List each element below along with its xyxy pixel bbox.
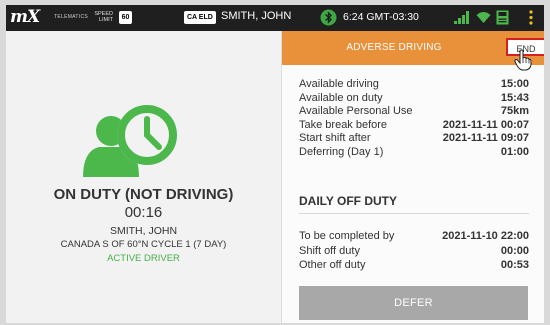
current-driver-name[interactable]: SMITH, JOHN bbox=[221, 10, 291, 22]
defer-button[interactable]: DEFER bbox=[299, 286, 528, 320]
daily-off-duty-list: To be completed by 2021-11-10 22:00 Shif… bbox=[299, 230, 529, 274]
brand-subtitle: TELEMATICS bbox=[54, 14, 89, 20]
info-row: Available on duty 15:43 bbox=[299, 92, 529, 106]
info-row: Take break before 2021-11-11 00:07 bbox=[299, 119, 529, 133]
off-duty-label: To be completed by bbox=[299, 230, 395, 242]
hand-cursor-icon bbox=[514, 49, 532, 76]
cycle-rule: CANADA S OF 60°N CYCLE 1 (7 DAY) bbox=[60, 239, 227, 250]
info-row: Deferring (Day 1) 01:00 bbox=[299, 146, 529, 160]
driver-name: SMITH, JOHN bbox=[109, 225, 178, 237]
info-value: 01:00 bbox=[500, 145, 529, 158]
speed-limit-value: 60 bbox=[119, 11, 132, 24]
speed-label-line2: LIMIT bbox=[98, 17, 113, 23]
info-row: Start shift after 2021-11-11 09:07 bbox=[299, 132, 529, 146]
speed-limit-label: SPEED LIMIT bbox=[89, 11, 113, 23]
bluetooth-icon[interactable] bbox=[320, 9, 337, 31]
off-duty-value: 00:00 bbox=[500, 244, 529, 257]
off-duty-label: Other off duty bbox=[299, 259, 366, 271]
top-status-bar: mX TELEMATICS SPEED LIMIT 60 CA ELD SMIT… bbox=[6, 5, 544, 31]
info-label: Take break before bbox=[299, 118, 388, 131]
off-duty-row: Shift off duty 00:00 bbox=[299, 245, 529, 260]
info-value: 2021-11-11 09:07 bbox=[442, 132, 529, 144]
adverse-driving-banner: ADVERSE DRIVING END bbox=[282, 31, 544, 71]
info-value: 15:00 bbox=[500, 78, 529, 90]
info-label: Available driving bbox=[299, 78, 379, 90]
off-duty-value: 00:53 bbox=[500, 259, 529, 271]
available-hours-list: Available driving 15:00 Available on dut… bbox=[299, 78, 529, 159]
menu-icon[interactable] bbox=[528, 10, 534, 30]
eld-badge[interactable]: CA ELD bbox=[184, 11, 216, 24]
clock-timezone: 6:24 GMT-03:30 bbox=[343, 11, 419, 23]
app-screen: mX TELEMATICS SPEED LIMIT 60 CA ELD SMIT… bbox=[6, 5, 544, 323]
wifi-icon bbox=[476, 11, 491, 29]
daily-off-duty-heading: DAILY OFF DUTY bbox=[299, 194, 398, 208]
info-label: Available Personal Use bbox=[299, 105, 413, 117]
save-icon[interactable] bbox=[496, 10, 509, 30]
adverse-driving-label: ADVERSE DRIVING bbox=[346, 42, 442, 53]
info-row: Available driving 15:00 bbox=[299, 78, 529, 92]
off-duty-row: To be completed by 2021-11-10 22:00 bbox=[299, 230, 529, 245]
signal-icon bbox=[454, 11, 470, 29]
info-value: 15:43 bbox=[500, 91, 529, 104]
off-duty-label: Shift off duty bbox=[299, 244, 360, 257]
off-duty-value: 2021-11-10 22:00 bbox=[442, 230, 529, 242]
duty-status-timer: 00:16 bbox=[124, 204, 163, 221]
duty-status-title: ON DUTY (NOT DRIVING) bbox=[53, 186, 234, 203]
off-duty-row: Other off duty 00:53 bbox=[299, 259, 529, 274]
info-value: 2021-11-11 00:07 bbox=[442, 118, 529, 131]
active-driver-label: ACTIVE DRIVER bbox=[107, 253, 180, 264]
section-divider bbox=[299, 213, 529, 214]
info-value: 75km bbox=[500, 105, 529, 117]
info-label: Available on duty bbox=[299, 91, 383, 104]
info-row: Available Personal Use 75km bbox=[299, 105, 529, 119]
duty-status-panel: ON DUTY (NOT DRIVING) 00:16 SMITH, JOHN … bbox=[6, 31, 281, 323]
driver-clock-icon bbox=[81, 101, 201, 186]
hours-panel: ADVERSE DRIVING END Available driving 15… bbox=[281, 31, 544, 323]
info-label: Deferring (Day 1) bbox=[299, 145, 384, 158]
info-label: Start shift after bbox=[299, 132, 371, 144]
app-logo: mX bbox=[10, 7, 40, 27]
